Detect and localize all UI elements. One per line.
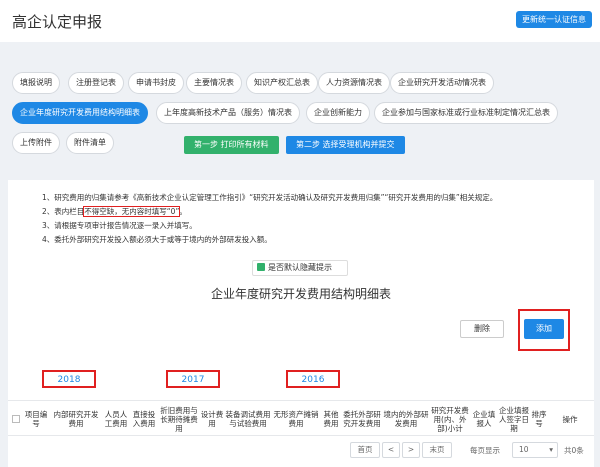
print-materials-button[interactable]: 第一步 打印所有材料 [184,136,279,154]
col-filler: 企业填报人 [472,410,496,428]
header: 高企认定申报 更新统一认证信息 [0,0,600,42]
update-info-button[interactable]: 更新统一认证信息 [516,11,592,28]
tab-instructions[interactable]: 填报说明 [12,72,60,94]
checkbox-checked-icon [257,263,265,271]
col-outsourced-rd: 委托外部研究开发费用 [343,410,381,428]
col-operation: 操作 [562,414,578,424]
add-button[interactable]: 添加 [524,319,564,339]
tab-rd-cost-detail[interactable]: 企业年度研究开发费用结构明细表 [12,102,148,124]
tab-cover[interactable]: 申请书封皮 [128,72,184,94]
col-depreciation: 折旧费用与长期待摊费用 [160,405,198,433]
total-count: 共0条 [564,446,584,455]
page-title: 高企认定申报 [12,13,103,31]
col-project-no: 项目编号 [24,410,48,428]
note-3: 3、请根据专项审计报告情况逐一录入并填写。 [42,221,197,230]
col-equipment-test: 装备调试费用与试验费用 [225,410,271,428]
note-1: 1、研究费用的归集请参考《高新技术企业认定管理工作指引》“研究开发活动确认及研究… [42,193,498,202]
tab-upload[interactable]: 上传附件 [12,132,60,154]
col-design: 设计费用 [200,410,224,428]
col-other: 其他费用 [323,410,339,428]
tab-innovation[interactable]: 企业创新能力 [306,102,370,124]
notes: 1、研究费用的归集请参考《高新技术企业认定管理工作指引》“研究开发活动确认及研究… [20,190,580,250]
col-intangible: 无形资产摊销费用 [273,410,319,428]
table-header: 项目编号 内部研究开发费用 人员人工费用 直接投入费用 折旧费用与长期待摊费用 … [8,400,594,436]
tab-hitech-products[interactable]: 上年度高新技术产品（服务）情况表 [156,102,300,124]
first-page-button[interactable]: 首页 [350,442,380,458]
prev-page-button[interactable]: < [382,442,400,458]
submit-button[interactable]: 第二步 选择受理机构并提交 [286,136,405,154]
tab-rd-activity[interactable]: 企业研究开发活动情况表 [390,72,494,94]
tab-bar: 填报说明 注册登记表 申请书封皮 主要情况表 知识产权汇总表 人力资源情况表 企… [8,64,594,164]
note-2: 2、表内栏目不得空缺，无内容时填写“0”。 [42,206,187,217]
tab-ip-summary[interactable]: 知识产权汇总表 [246,72,318,94]
delete-button[interactable]: 删除 [460,320,504,338]
select-all-checkbox[interactable] [10,401,22,437]
note-2-highlight: 不得空缺，无内容时填写“0” [83,206,181,217]
col-subtotal: 研究开发费用(内、外部)小计 [431,405,469,433]
year-2018[interactable]: 2018 [42,370,96,388]
main-panel: 1、研究费用的归集请参考《高新技术企业认定管理工作指引》“研究开发活动确认及研究… [8,180,594,467]
tab-hr[interactable]: 人力资源情况表 [318,72,390,94]
section-title: 企业年度研究开发费用结构明细表 [210,287,391,301]
col-sign-date: 企业填报人签字日期 [499,405,529,433]
col-direct-input: 直接投入费用 [132,410,156,428]
year-2017[interactable]: 2017 [166,370,220,388]
col-internal-rd: 内部研究开发费用 [53,410,99,428]
pagination: 首页 < > 末页 每页显示 10 ▾ 共0条 [8,442,594,460]
tab-standards[interactable]: 企业参加与国家标准或行业标准制定情况汇总表 [374,102,558,124]
last-page-button[interactable]: 末页 [422,442,452,458]
note-4: 4、委托外部研究开发投入额必须大于或等于境内的外部研发投入额。 [42,235,272,244]
tab-registration[interactable]: 注册登记表 [68,72,124,94]
next-page-button[interactable]: > [402,442,420,458]
chevron-down-icon: ▾ [549,445,553,454]
hide-tips-checkbox[interactable]: 是否默认隐藏提示 [252,260,348,276]
per-page-label: 每页显示 [470,446,500,455]
tab-attachment-list[interactable]: 附件清单 [66,132,114,154]
per-page-select[interactable]: 10 ▾ [512,442,558,458]
col-order: 排序号 [531,410,547,428]
col-labor: 人员人工费用 [104,410,128,428]
col-domestic-external: 境内的外部研发费用 [383,410,429,428]
tab-main-status[interactable]: 主要情况表 [186,72,242,94]
year-2016[interactable]: 2016 [286,370,340,388]
